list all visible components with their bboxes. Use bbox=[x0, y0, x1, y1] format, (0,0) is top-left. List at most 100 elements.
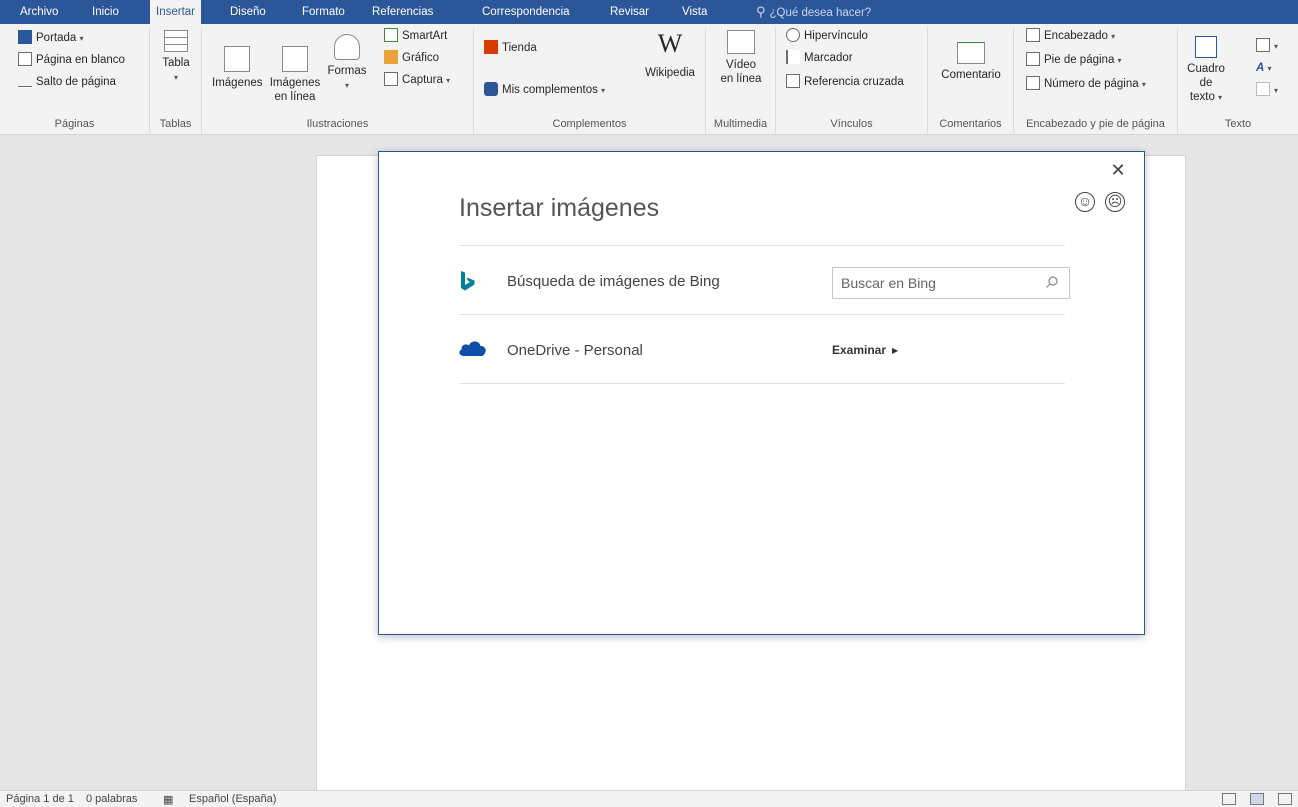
online-pictures-button[interactable]: Imágenes en línea bbox=[268, 46, 322, 104]
web-layout-icon[interactable] bbox=[1278, 793, 1292, 805]
bookmark-label: Marcador bbox=[804, 52, 853, 64]
tab-vista[interactable]: Vista bbox=[676, 0, 713, 24]
quick-parts-button[interactable]: ▾ bbox=[1256, 36, 1278, 56]
imagenes-label: Imágenes bbox=[212, 77, 263, 89]
group-label-ilustraciones: Ilustraciones bbox=[306, 118, 369, 130]
tab-revisar[interactable]: Revisar bbox=[604, 0, 655, 24]
status-bar: Página 1 de 1 0 palabras ▦ Español (Espa… bbox=[0, 790, 1298, 807]
blank-page-label: Página en blanco bbox=[36, 54, 125, 66]
tell-me-placeholder: ¿Qué desea hacer? bbox=[769, 7, 872, 19]
footer-icon bbox=[1026, 52, 1040, 66]
group-vinculos: Hipervínculo Marcador Referencia cruzada… bbox=[776, 28, 928, 133]
smartart-icon bbox=[384, 28, 398, 42]
search-icon[interactable] bbox=[1045, 275, 1059, 289]
close-icon[interactable]: ✕ bbox=[1108, 160, 1128, 180]
group-label-encabezado: Encabezado y pie de página bbox=[1026, 118, 1165, 130]
smartart-button[interactable]: SmartArt bbox=[384, 26, 447, 46]
tab-referencias[interactable]: Referencias bbox=[366, 0, 439, 24]
wikipedia-label: Wikipedia bbox=[645, 67, 695, 79]
group-label-complementos: Complementos bbox=[552, 118, 627, 130]
cross-reference-button[interactable]: Referencia cruzada bbox=[786, 72, 904, 92]
cross-reference-label: Referencia cruzada bbox=[804, 76, 904, 88]
tell-me-box[interactable]: ⚲ ¿Qué desea hacer? bbox=[756, 0, 871, 24]
quick-parts-icon bbox=[1256, 38, 1270, 52]
hyperlink-icon bbox=[786, 28, 800, 42]
video-label-1: Vídeo bbox=[725, 59, 757, 71]
screenshot-icon bbox=[384, 72, 398, 86]
bookmark-flag-icon bbox=[786, 50, 800, 64]
online-pictures-label-1: Imágenes bbox=[269, 77, 321, 89]
my-addins-button[interactable]: Mis complementos ▾ bbox=[484, 80, 605, 100]
text-box-button[interactable]: Cuadro de texto ▾ bbox=[1180, 36, 1232, 105]
formas-button[interactable]: Formas ▾ bbox=[324, 34, 370, 93]
picture-icon bbox=[224, 46, 250, 72]
text-box-icon bbox=[1195, 36, 1217, 58]
onedrive-cloud-icon bbox=[459, 341, 486, 356]
group-label-vinculos: Vínculos bbox=[830, 118, 873, 130]
bing-logo-icon bbox=[461, 271, 475, 291]
send-frown-icon[interactable]: ☹ bbox=[1105, 192, 1125, 212]
page-count[interactable]: Página 1 de 1 bbox=[6, 793, 74, 805]
portada-label: Portada bbox=[36, 32, 77, 44]
drop-cap-icon bbox=[1256, 82, 1270, 96]
wikipedia-button[interactable]: W Wikipedia bbox=[640, 28, 700, 80]
online-video-button[interactable]: Vídeo en línea bbox=[714, 30, 768, 86]
tab-diseno[interactable]: Diseño bbox=[224, 0, 272, 24]
read-mode-icon[interactable] bbox=[1222, 793, 1236, 805]
group-comentarios: Comentario Comentarios bbox=[928, 28, 1014, 133]
grafico-label: Gráfico bbox=[402, 52, 440, 64]
imagenes-button[interactable]: Imágenes bbox=[212, 46, 263, 90]
online-pictures-label-2: en línea bbox=[274, 91, 316, 103]
footer-button[interactable]: Pie de página ▾ bbox=[1026, 50, 1122, 70]
page-break-label: Salto de página bbox=[36, 76, 116, 88]
send-smile-icon[interactable]: ☺ bbox=[1075, 192, 1095, 212]
tab-formato[interactable]: Formato bbox=[296, 0, 351, 24]
language-indicator[interactable]: Español (España) bbox=[189, 793, 276, 805]
wordart-button[interactable]: A ▾ bbox=[1256, 58, 1272, 78]
drop-cap-button[interactable]: ▾ bbox=[1256, 80, 1278, 100]
page-break-button[interactable]: Salto de página bbox=[18, 72, 116, 92]
ribbon: Portada ▾ Página en blanco Salto de pági… bbox=[0, 24, 1298, 135]
smartart-label: SmartArt bbox=[402, 30, 448, 42]
dialog-title: Insertar imágenes bbox=[459, 194, 660, 222]
cross-reference-icon bbox=[786, 74, 800, 88]
group-label-paginas: Páginas bbox=[54, 118, 95, 130]
grafico-button[interactable]: Gráfico bbox=[384, 48, 439, 68]
video-icon bbox=[727, 30, 755, 54]
blank-page-button[interactable]: Página en blanco bbox=[18, 50, 125, 70]
header-button[interactable]: Encabezado ▾ bbox=[1026, 26, 1115, 46]
bing-search-label: Búsqueda de imágenes de Bing bbox=[507, 273, 720, 290]
bookmark-button[interactable]: Marcador bbox=[786, 48, 853, 68]
comentario-label: Comentario bbox=[941, 69, 1001, 81]
ribbon-tab-bar: Archivo Inicio Insertar Diseño Formato R… bbox=[0, 0, 1298, 24]
tab-correspondencia[interactable]: Correspondencia bbox=[476, 0, 576, 24]
my-addins-label: Mis complementos bbox=[502, 84, 598, 96]
group-encabezado: Encabezado ▾ Pie de página ▾ Número de p… bbox=[1014, 28, 1178, 133]
text-box-label-2: texto bbox=[1189, 91, 1215, 103]
video-label-2: en línea bbox=[720, 73, 762, 85]
browse-onedrive-link[interactable]: Examinar ▶ bbox=[832, 343, 898, 357]
tab-archivo[interactable]: Archivo bbox=[14, 0, 64, 24]
group-tablas: Tabla ▾ Tablas bbox=[150, 28, 202, 133]
wordart-icon: A bbox=[1256, 62, 1265, 74]
tabla-label: Tabla bbox=[162, 57, 190, 69]
group-label-texto: Texto bbox=[1224, 118, 1252, 130]
separator bbox=[459, 383, 1065, 384]
tab-insertar[interactable]: Insertar bbox=[150, 0, 201, 24]
bing-search-input[interactable] bbox=[834, 269, 1034, 297]
hyperlink-button[interactable]: Hipervínculo bbox=[786, 26, 868, 46]
group-ilustraciones: Imágenes Imágenes en línea Formas ▾ SmartA… bbox=[202, 28, 474, 133]
portada-button[interactable]: Portada ▾ bbox=[18, 28, 84, 48]
tienda-button[interactable]: Tienda bbox=[484, 38, 537, 58]
comentario-button[interactable]: Comentario bbox=[932, 42, 1010, 82]
group-label-multimedia: Multimedia bbox=[713, 118, 768, 130]
separator bbox=[459, 314, 1065, 315]
tabla-button[interactable]: Tabla ▾ bbox=[158, 30, 194, 85]
captura-button[interactable]: Captura ▾ bbox=[384, 70, 450, 90]
tab-inicio[interactable]: Inicio bbox=[86, 0, 125, 24]
page-number-button[interactable]: Número de página ▾ bbox=[1026, 74, 1146, 94]
onedrive-label: OneDrive - Personal bbox=[507, 342, 643, 359]
word-count[interactable]: 0 palabras bbox=[86, 793, 137, 805]
proofing-icon[interactable]: ▦ bbox=[163, 793, 173, 806]
print-layout-icon[interactable] bbox=[1250, 793, 1264, 805]
